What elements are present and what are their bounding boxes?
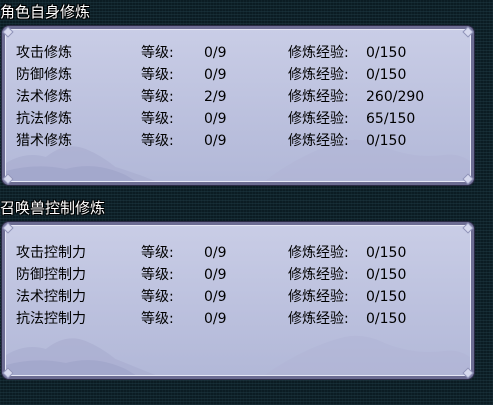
cultivation-name: 攻击控制力: [16, 245, 86, 261]
exp-value: 0/150: [366, 67, 407, 83]
char-cultivation-panel: 攻击修炼 等级: 0/9 修炼经验: 0/150 防御修炼 等级: 0/9 修炼…: [2, 26, 474, 185]
level-value: 0/9: [204, 45, 227, 61]
cultivation-name: 攻击修炼: [16, 45, 72, 61]
level-label: 等级:: [141, 267, 174, 283]
level-label: 等级:: [141, 67, 174, 83]
exp-value: 0/150: [366, 245, 407, 261]
cultivation-name: 法术修炼: [16, 89, 72, 105]
exp-label: 修炼经验:: [288, 111, 349, 127]
exp-label: 修炼经验:: [288, 89, 349, 105]
exp-label: 修炼经验:: [288, 45, 349, 61]
exp-value: 0/150: [366, 133, 407, 149]
cultivation-name: 猎术修炼: [16, 133, 72, 149]
level-value: 0/9: [204, 267, 227, 283]
exp-label: 修炼经验:: [288, 133, 349, 149]
exp-label: 修炼经验:: [288, 67, 349, 83]
exp-label: 修炼经验:: [288, 311, 349, 327]
level-label: 等级:: [141, 245, 174, 261]
level-label: 等级:: [141, 45, 174, 61]
exp-value: 0/150: [366, 311, 407, 327]
level-value: 0/9: [204, 245, 227, 261]
cultivation-name: 防御控制力: [16, 267, 86, 283]
cultivation-name: 抗法控制力: [16, 311, 86, 327]
exp-value: 0/150: [366, 289, 407, 305]
level-value: 2/9: [204, 89, 227, 105]
pet-section-title: 召唤兽控制修炼: [0, 199, 106, 217]
level-value: 0/9: [204, 311, 227, 327]
exp-value: 65/150: [366, 111, 416, 127]
level-label: 等级:: [141, 289, 174, 305]
cultivation-name: 抗法修炼: [16, 111, 72, 127]
level-value: 0/9: [204, 133, 227, 149]
level-value: 0/9: [204, 111, 227, 127]
exp-value: 0/150: [366, 267, 407, 283]
level-label: 等级:: [141, 133, 174, 149]
level-label: 等级:: [141, 89, 174, 105]
level-value: 0/9: [204, 67, 227, 83]
char-section-title: 角色自身修炼: [0, 3, 91, 21]
exp-label: 修炼经验:: [288, 267, 349, 283]
exp-label: 修炼经验:: [288, 289, 349, 305]
exp-value: 0/150: [366, 45, 407, 61]
cultivation-name: 法术控制力: [16, 289, 86, 305]
level-label: 等级:: [141, 311, 174, 327]
pet-cultivation-panel: 攻击控制力 等级: 0/9 修炼经验: 0/150 防御控制力 等级: 0/9 …: [2, 222, 474, 379]
cultivation-name: 防御修炼: [16, 67, 72, 83]
exp-label: 修炼经验:: [288, 245, 349, 261]
level-value: 0/9: [204, 289, 227, 305]
level-label: 等级:: [141, 111, 174, 127]
exp-value: 260/290: [366, 89, 425, 105]
